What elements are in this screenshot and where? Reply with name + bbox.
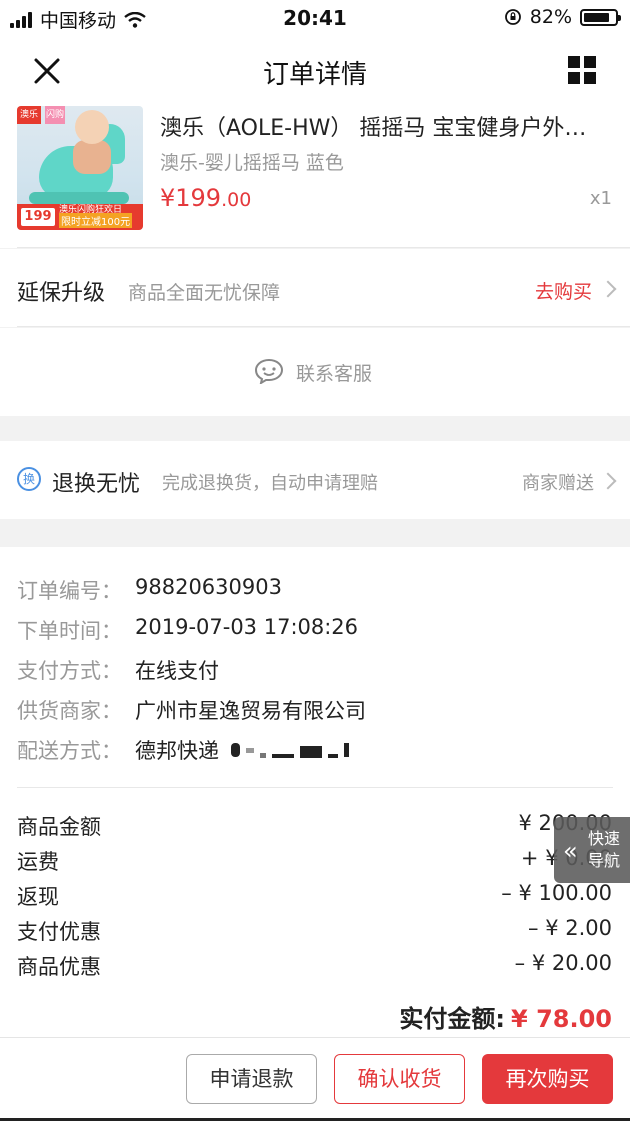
warranty-label: 延保升级	[17, 281, 106, 306]
fee-row: 返现 – ¥ 100.00	[17, 881, 612, 911]
brand-badge: 澳乐	[17, 106, 41, 124]
quick-nav-label: 快速导航	[588, 829, 621, 870]
payment-method-row: 支付方式： 在线支付	[17, 655, 219, 685]
customer-service-label: 联系客服	[296, 363, 373, 385]
status-left: 中国移动	[10, 6, 146, 33]
product-title: 澳乐（AOLE-HW） 摇摇马 宝宝健身户外室内儿童玩具	[160, 116, 600, 141]
order-number-row: 订单编号： 98820630903	[17, 575, 282, 605]
fee-label: 支付优惠	[17, 920, 101, 944]
total-amount: ¥ 78.00	[511, 1005, 612, 1033]
flash-badge: 闪购	[45, 106, 65, 124]
confirm-receipt-button[interactable]: 确认收货	[334, 1054, 465, 1104]
info-key: 配送方式：	[17, 739, 122, 763]
fee-value: – ¥ 20.00	[514, 951, 612, 975]
order-time-row: 下单时间： 2019-07-03 17:08:26	[17, 615, 358, 645]
price-integer: ¥199	[160, 184, 222, 212]
fee-label: 商品金额	[17, 815, 101, 839]
product-quantity: x1	[589, 188, 612, 209]
return-service-label: 退换无忧	[52, 472, 141, 497]
status-right: 82%	[504, 6, 621, 28]
status-bar: 中国移动 20:41 82%	[0, 0, 630, 36]
product-spec: 澳乐-婴儿摇摇马 蓝色	[160, 152, 344, 174]
supplier-row: 供货商家： 广州市星逸贸易有限公司	[17, 695, 366, 725]
fee-row: 商品金额 ¥ 200.00	[17, 811, 612, 841]
supplier-name: 广州市星逸贸易有限公司	[135, 699, 366, 723]
delivery-method-row: 配送方式： 德邦快递	[17, 735, 349, 765]
order-time: 2019-07-03 17:08:26	[135, 615, 359, 639]
quick-nav-button[interactable]: « 快速导航	[554, 817, 630, 883]
total-paid: 实付金额: ¥ 78.00	[399, 999, 612, 1034]
order-info-card: 订单编号： 98820630903 下单时间： 2019-07-03 17:08…	[0, 547, 630, 1037]
fee-row: 商品优惠 – ¥ 20.00	[17, 951, 612, 981]
orientation-lock-icon	[504, 9, 521, 25]
product-card[interactable]: 澳乐 闪购 199 澳乐闪购狂欢日 限时立减100元 澳乐（AOLE-HW） 摇…	[0, 106, 630, 248]
screen: 中国移动 20:41 82% 订单详情 澳乐 闪购 199 澳乐闪购狂欢日 限时…	[0, 0, 630, 1121]
battery-fill	[584, 12, 609, 22]
exchange-icon: 换	[17, 467, 41, 491]
chevron-right-icon	[599, 280, 617, 298]
price-decimal: .00	[221, 189, 252, 211]
order-number: 98820630903	[135, 575, 282, 599]
warranty-desc: 商品全面无忧保障	[128, 282, 281, 304]
info-key: 下单时间：	[17, 619, 122, 643]
close-icon[interactable]	[28, 52, 66, 90]
nav-bar: 订单详情	[0, 36, 630, 106]
fee-value: – ¥ 100.00	[501, 881, 612, 905]
fee-value: – ¥ 2.00	[528, 916, 612, 940]
info-key: 订单编号：	[17, 579, 122, 603]
info-key: 供货商家：	[17, 699, 122, 723]
warranty-row[interactable]: 延保升级 商品全面无忧保障 去购买	[0, 249, 630, 327]
baby-body-shape	[73, 140, 111, 174]
battery-icon	[580, 8, 621, 26]
return-service-desc: 完成退换货，自动申请理赔	[162, 473, 378, 494]
double-chevron-left-icon: «	[563, 837, 578, 865]
divider	[17, 326, 630, 327]
delivery-method: 德邦快递	[135, 739, 219, 763]
signal-icon	[10, 11, 32, 28]
fee-label: 返现	[17, 885, 59, 909]
refund-button[interactable]: 申请退款	[186, 1054, 317, 1104]
total-label: 实付金额:	[399, 1005, 506, 1033]
baby-head-shape	[75, 110, 109, 144]
customer-service-row[interactable]: 联系客服	[0, 328, 630, 416]
redacted-tracking	[225, 735, 349, 765]
return-service-gift: 商家赠送	[522, 473, 594, 494]
chat-bubble-icon	[254, 358, 284, 384]
buy-again-button[interactable]: 再次购买	[482, 1054, 613, 1104]
product-thumbnail[interactable]: 澳乐 闪购 199 澳乐闪购狂欢日 限时立减100元	[17, 106, 143, 230]
info-key: 支付方式：	[17, 659, 122, 683]
return-service-row[interactable]: 换 退换无忧 完成退换货，自动申请理赔 商家赠送	[0, 441, 630, 519]
page-title: 订单详情	[262, 60, 367, 90]
fee-label: 商品优惠	[17, 955, 101, 979]
carrier-name: 中国移动	[40, 10, 117, 32]
battery-percent: 82%	[529, 6, 572, 28]
fee-label: 运费	[17, 850, 59, 874]
warranty-buy-link[interactable]: 去购买	[535, 277, 592, 304]
bottom-action-bar: 申请退款 确认收货 再次购买	[0, 1037, 630, 1121]
payment-method: 在线支付	[135, 659, 219, 683]
divider	[17, 247, 630, 248]
product-price: ¥199.00	[160, 184, 251, 212]
thumb-promo-text: 限时立减100元	[59, 213, 133, 228]
divider	[17, 787, 613, 788]
chevron-right-icon	[599, 472, 617, 490]
thumb-price-tag: 199	[21, 208, 55, 226]
wifi-icon	[124, 11, 146, 28]
grid-menu-icon[interactable]	[568, 56, 596, 84]
fee-row: 支付优惠 – ¥ 2.00	[17, 916, 612, 946]
fee-row: 运费 + ¥ 0.00	[17, 846, 612, 876]
